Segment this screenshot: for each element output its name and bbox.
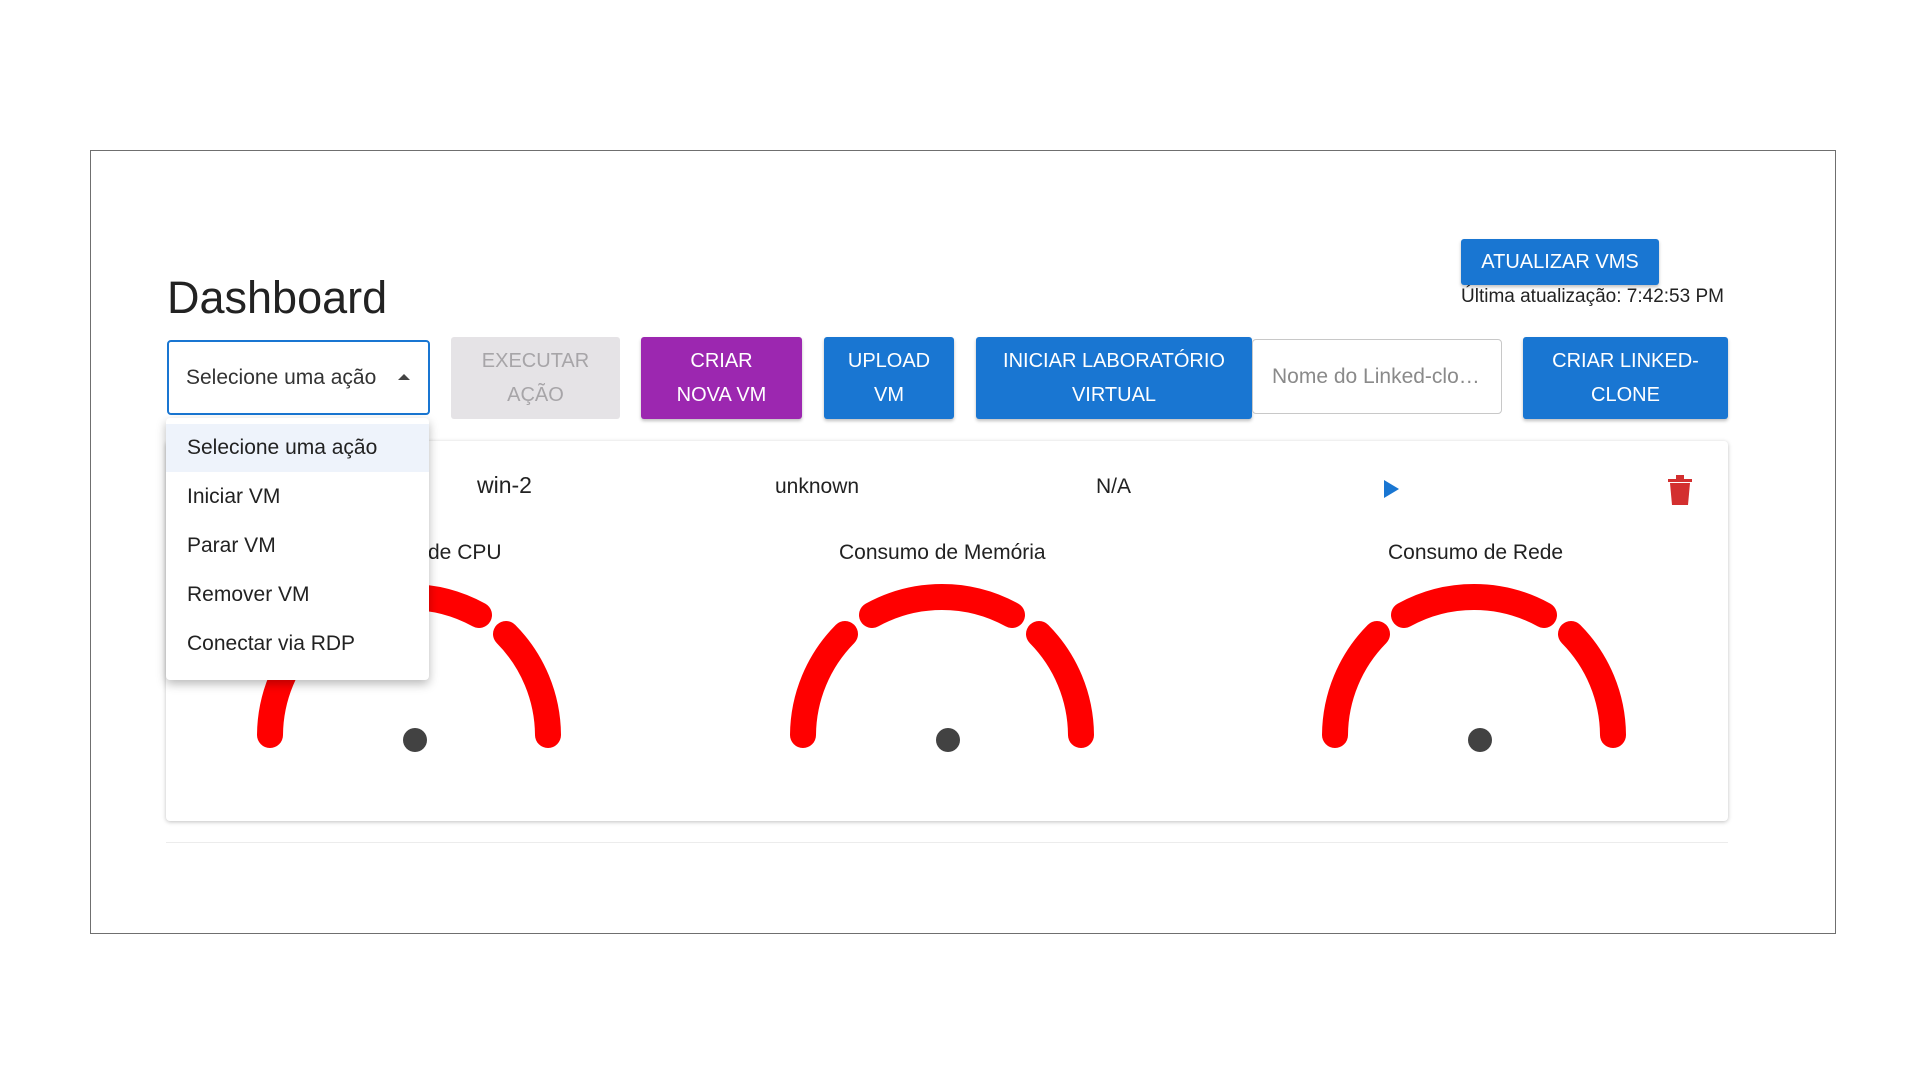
upload-vm-label-2: VM bbox=[874, 384, 904, 406]
last-update-text: Última atualização: 7:42:53 PM bbox=[1461, 286, 1724, 307]
menu-option-select-action[interactable]: Selecione uma ação bbox=[166, 424, 429, 472]
execute-action-button[interactable]: EXECUTAR AÇÃO bbox=[451, 337, 620, 419]
vm-name: win-2 bbox=[477, 472, 532, 498]
card-divider bbox=[166, 842, 1728, 843]
vm-status: unknown bbox=[775, 475, 860, 498]
vm-ip: N/A bbox=[1096, 475, 1132, 498]
menu-option-connect-rdp[interactable]: Conectar via RDP bbox=[166, 620, 429, 668]
trash-icon[interactable] bbox=[1667, 475, 1693, 505]
refresh-vms-button[interactable]: ATUALIZAR VMS bbox=[1461, 239, 1659, 285]
menu-option-stop-vm[interactable]: Parar VM bbox=[166, 522, 429, 570]
menu-option-remove-vm[interactable]: Remover VM bbox=[166, 571, 429, 619]
network-gauge-label: Consumo de Rede bbox=[1388, 541, 1564, 564]
memory-gauge-needle-hub bbox=[936, 728, 960, 752]
action-dropdown-menu: Selecione uma ação Iniciar VM Parar VM R… bbox=[166, 418, 429, 680]
execute-action-label-1: EXECUTAR bbox=[481, 350, 590, 372]
network-gauge bbox=[1322, 584, 1626, 752]
linked-clone-name-input[interactable] bbox=[1270, 363, 1501, 390]
action-select-value: Selecione uma ação bbox=[186, 365, 377, 389]
upload-vm-button[interactable]: UPLOAD VM bbox=[824, 337, 954, 419]
create-linked-clone-label-1: CRIAR LINKED- bbox=[1552, 350, 1699, 372]
cpu-gauge-needle-hub bbox=[403, 728, 427, 752]
page-title: Dashboard bbox=[167, 272, 388, 324]
upload-vm-label-1: UPLOAD bbox=[847, 350, 931, 372]
linked-clone-name-field[interactable] bbox=[1252, 339, 1502, 414]
menu-option-start-vm[interactable]: Iniciar VM bbox=[166, 473, 429, 521]
execute-action-label-2: AÇÃO bbox=[507, 384, 564, 406]
action-select[interactable]: Selecione uma ação bbox=[167, 340, 430, 415]
start-lab-label-2: VIRTUAL bbox=[1071, 384, 1157, 406]
create-vm-button[interactable]: CRIAR NOVA VM bbox=[641, 337, 802, 419]
create-vm-label-1: CRIAR bbox=[690, 350, 753, 372]
play-icon[interactable] bbox=[1384, 480, 1399, 498]
start-virtual-lab-button[interactable]: INICIAR LABORATÓRIO VIRTUAL bbox=[976, 337, 1252, 419]
start-lab-label-1: INICIAR LABORATÓRIO bbox=[1003, 350, 1225, 372]
create-vm-label-2: NOVA VM bbox=[676, 384, 767, 406]
memory-gauge-label: Consumo de Memória bbox=[839, 541, 1046, 564]
memory-gauge bbox=[790, 584, 1094, 752]
create-linked-clone-button[interactable]: CRIAR LINKED- CLONE bbox=[1523, 337, 1728, 419]
caret-up-icon bbox=[398, 374, 410, 380]
cpu-gauge-label: de CPU bbox=[428, 541, 502, 564]
create-linked-clone-label-2: CLONE bbox=[1591, 384, 1660, 406]
network-gauge-needle-hub bbox=[1468, 728, 1492, 752]
